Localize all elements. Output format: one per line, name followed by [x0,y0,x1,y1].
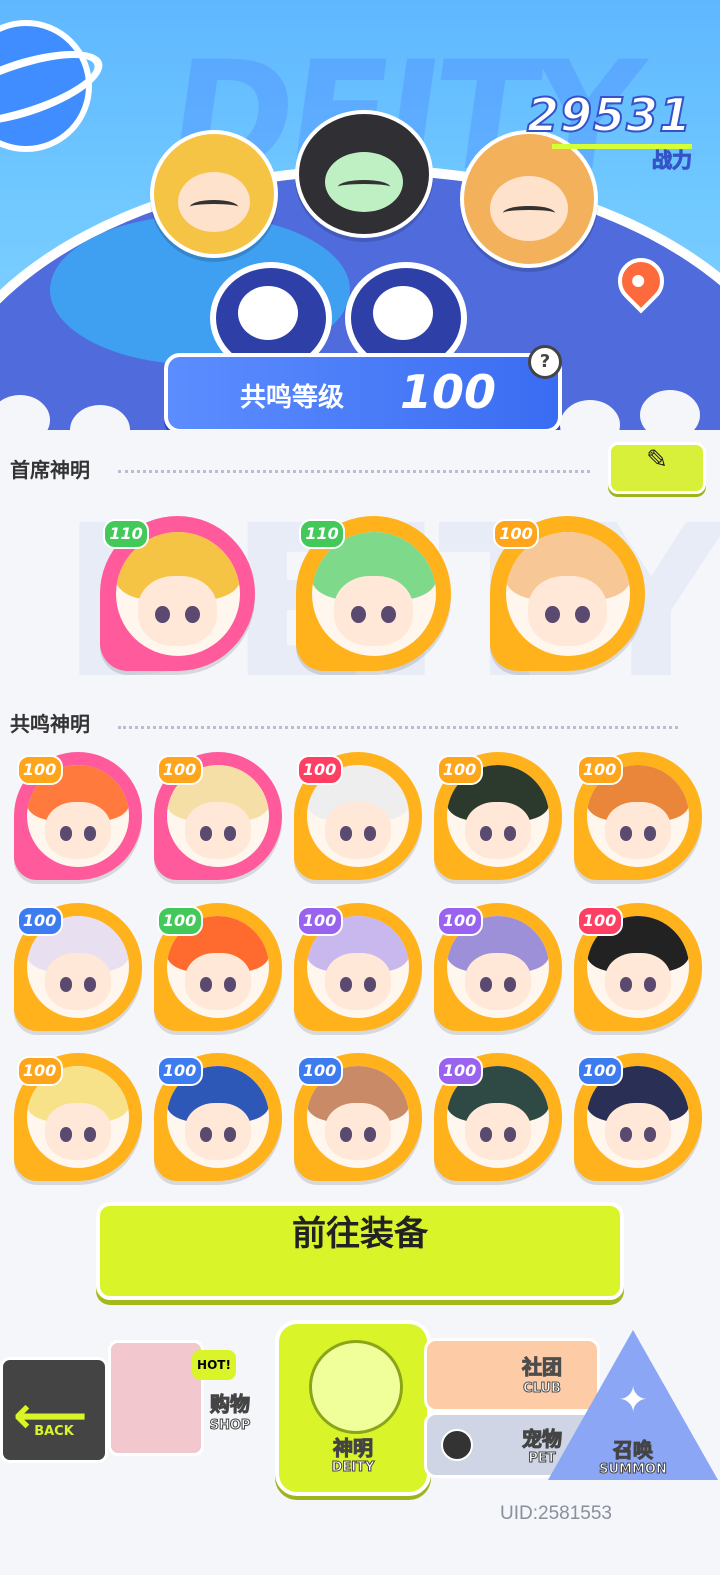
deity-level-badge: 100 [156,905,203,936]
deity-level-badge: 100 [436,754,483,785]
deity-level-badge: 110 [103,519,150,550]
edit-icon: ✎ [646,445,668,475]
deity-level-badge: 100 [576,905,623,936]
hot-badge: HOT! [192,1350,236,1380]
combat-power-value: 29531 [526,88,692,142]
edit-button[interactable]: ✎ [608,442,706,494]
combat-power: 29531 战力 [526,88,693,173]
deity-card[interactable]: 100 [294,752,422,880]
deity-level-badge: 100 [156,1055,203,1086]
deity-card[interactable]: 100 [434,903,562,1031]
go-equip-button[interactable]: 前往装备 [96,1202,624,1300]
deity-card[interactable]: 100 [574,903,702,1031]
back-button[interactable]: ⟵ BACK [0,1357,108,1463]
deity-card[interactable]: 100 [14,752,142,880]
deity-card[interactable]: 100 [154,752,282,880]
deity-level-badge: 100 [436,1055,483,1086]
back-label: BACK [34,1424,74,1439]
resonance-level-label: 共鸣等级 [240,383,345,413]
divider [118,726,678,729]
summon-sub-label: SUMMON [599,1462,668,1478]
deity-card[interactable]: 100 [490,516,645,671]
deity-level-badge: 100 [576,1055,623,1086]
divider [118,470,590,473]
deity-portrait [311,531,436,656]
deity-level-badge: 100 [16,1055,63,1086]
combat-power-underline [552,144,692,149]
deity-level-badge: 100 [156,754,203,785]
chief-deity-chibi-1[interactable] [150,130,278,258]
deity-card[interactable]: 100 [294,903,422,1031]
user-id: UID:2581553 [500,1503,612,1524]
resonance-deity-title: 共鸣神明 [10,712,90,736]
deity-tab-button[interactable]: 神明 DEITY [275,1320,431,1496]
deity-card[interactable]: 110 [296,516,451,671]
deity-tab-sub-label: DEITY [331,1460,375,1476]
deity-level-badge: 100 [296,754,343,785]
deity-level-badge: 100 [16,905,63,936]
deity-level-badge: 100 [493,519,540,550]
deity-card[interactable]: 100 [434,752,562,880]
deity-card[interactable]: 100 [434,1053,562,1181]
deity-card[interactable]: 110 [100,516,255,671]
deity-level-badge: 110 [299,519,346,550]
deity-card[interactable]: 100 [294,1053,422,1181]
deity-level-badge: 100 [576,754,623,785]
summon-button[interactable]: ✦ 召唤 SUMMON [548,1330,718,1490]
chief-deity-title: 首席神明 [10,458,90,482]
resonance-level-value: 100 [400,365,497,419]
deity-level-badge: 100 [296,905,343,936]
hero-banner: DEITY 29531 战力 共鸣等级 100 ? [0,0,720,430]
deity-level-badge: 100 [436,905,483,936]
deity-card[interactable]: 100 [574,752,702,880]
shop-button[interactable]: HOT! 购物 SHOP [100,1320,270,1460]
deity-card[interactable]: 100 [154,903,282,1031]
deity-card[interactable]: 100 [14,903,142,1031]
deity-tab-label: 神明 [333,1436,374,1461]
deity-portrait [505,531,630,656]
deity-card[interactable]: 100 [154,1053,282,1181]
resonance-level-panel[interactable]: 共鸣等级 100 [164,353,562,430]
summon-star-icon: ✦ [618,1380,649,1421]
chief-deity-chibi-2[interactable] [295,110,433,238]
deity-level-badge: 100 [296,1055,343,1086]
deity-tab-icon [309,1340,403,1434]
deity-level-badge: 100 [16,754,63,785]
deity-portrait [115,531,240,656]
summon-label: 召唤 [613,1438,654,1463]
deity-card[interactable]: 100 [14,1053,142,1181]
help-icon[interactable]: ? [528,345,562,379]
deity-card[interactable]: 100 [574,1053,702,1181]
